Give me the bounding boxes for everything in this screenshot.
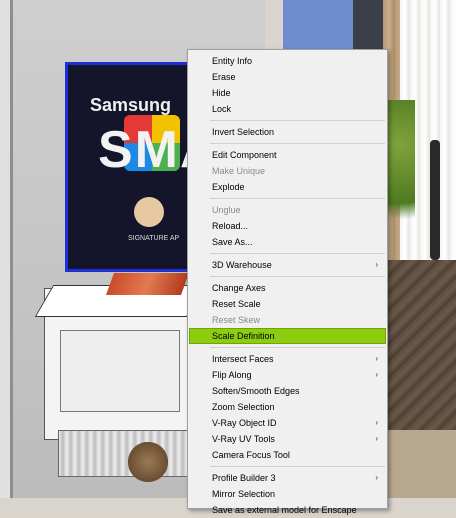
chevron-right-icon: ›	[375, 473, 378, 482]
sideboard-drawer	[60, 330, 180, 412]
menu-item-label: Profile Builder 3	[212, 473, 276, 483]
menu-item-v-ray-uv-tools[interactable]: V-Ray UV Tools ›	[188, 431, 387, 447]
menu-item-mirror-selection[interactable]: Mirror Selection	[188, 486, 387, 502]
menu-item-label: Hide	[212, 88, 231, 98]
menu-item-intersect-faces[interactable]: Intersect Faces ›	[188, 351, 387, 367]
tv-brand-text: Samsung	[90, 95, 172, 115]
menu-item-label: Scale Definition	[212, 331, 275, 341]
menu-separator	[210, 276, 385, 277]
menu-item-label: Zoom Selection	[212, 402, 275, 412]
menu-item-v-ray-object-id[interactable]: V-Ray Object ID ›	[188, 415, 387, 431]
menu-item-label: Lock	[212, 104, 232, 114]
menu-item-label: Save As...	[212, 237, 253, 247]
menu-item-reset-scale[interactable]: Reset Scale	[188, 296, 387, 312]
menu-item-label: Intersect Faces	[212, 354, 274, 364]
menu-item-erase[interactable]: Erase	[188, 69, 387, 85]
menu-separator	[210, 466, 385, 467]
menu-item-scale-definition[interactable]: Scale Definition	[189, 328, 386, 344]
menu-item-invert-selection[interactable]: Invert Selection	[188, 124, 387, 140]
menu-item-label: Invert Selection	[212, 127, 275, 137]
menu-item-label: Save as external model for Enscape	[212, 505, 357, 515]
menu-item-label: Flip Along	[212, 370, 252, 380]
menu-item-explode[interactable]: Explode	[188, 179, 387, 195]
menu-item-profile-builder-3[interactable]: Profile Builder 3 ›	[188, 470, 387, 486]
menu-item-soften-smooth-edges[interactable]: Soften/Smooth Edges	[188, 383, 387, 399]
menu-item-label: Reset Scale	[212, 299, 261, 309]
chevron-right-icon: ›	[375, 370, 378, 379]
menu-item-zoom-selection[interactable]: Zoom Selection	[188, 399, 387, 415]
menu-item-label: V-Ray Object ID	[212, 418, 277, 428]
menu-item-label: Change Axes	[212, 283, 266, 293]
menu-item-save-as[interactable]: Save As...	[188, 234, 387, 250]
floor-decor	[128, 442, 168, 482]
chevron-right-icon: ›	[375, 260, 378, 269]
tv-caption: SIGNATURE AP	[128, 235, 180, 242]
menu-item-edit-component[interactable]: Edit Component	[188, 147, 387, 163]
menu-separator	[210, 143, 385, 144]
tv-image-person	[134, 197, 164, 227]
menu-item-unglue[interactable]: Unglue	[188, 202, 387, 218]
menu-item-lock[interactable]: Lock	[188, 101, 387, 117]
menu-item-3d-warehouse[interactable]: 3D Warehouse ›	[188, 257, 387, 273]
chevron-right-icon: ›	[375, 354, 378, 363]
books	[105, 273, 190, 295]
rug	[385, 430, 456, 498]
menu-item-save-as-external-model-for-enscape[interactable]: Save as external model for Enscape	[188, 502, 387, 518]
menu-item-label: Camera Focus Tool	[212, 450, 290, 460]
menu-item-label: Make Unique	[212, 166, 266, 176]
menu-item-label: Reload...	[212, 221, 249, 231]
menu-item-label: Entity Info	[212, 56, 253, 66]
menu-item-label: Reset Skew	[212, 315, 261, 325]
plant	[385, 100, 415, 250]
menu-item-camera-focus-tool[interactable]: Camera Focus Tool	[188, 447, 387, 463]
curtain-tassel	[430, 140, 440, 260]
menu-item-label: Explode	[212, 182, 245, 192]
menu-separator	[210, 120, 385, 121]
menu-separator	[210, 253, 385, 254]
menu-item-label: Erase	[212, 72, 236, 82]
menu-item-label: Soften/Smooth Edges	[212, 386, 300, 396]
menu-item-entity-info[interactable]: Entity Info	[188, 53, 387, 69]
menu-item-label: Unglue	[212, 205, 241, 215]
sideboard-legs	[58, 430, 190, 477]
menu-item-label: Edit Component	[212, 150, 277, 160]
menu-item-flip-along[interactable]: Flip Along ›	[188, 367, 387, 383]
chevron-right-icon: ›	[375, 418, 378, 427]
menu-item-make-unique[interactable]: Make Unique	[188, 163, 387, 179]
menu-item-reload[interactable]: Reload...	[188, 218, 387, 234]
menu-separator	[210, 347, 385, 348]
context-menu[interactable]: Entity Info Erase Hide Lock Invert Selection…	[187, 49, 388, 515]
menu-separator	[210, 198, 385, 199]
menu-item-hide[interactable]: Hide	[188, 85, 387, 101]
menu-item-reset-skew[interactable]: Reset Skew	[188, 312, 387, 328]
menu-item-label: 3D Warehouse	[212, 260, 272, 270]
chevron-right-icon: ›	[375, 434, 378, 443]
wall-edge-line	[10, 0, 13, 498]
menu-item-change-axes[interactable]: Change Axes	[188, 280, 387, 296]
menu-item-label: V-Ray UV Tools	[212, 434, 275, 444]
